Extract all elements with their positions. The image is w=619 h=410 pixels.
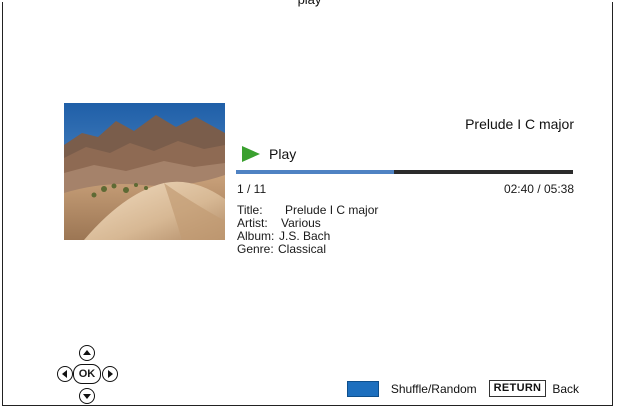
- dpad-ok-button[interactable]: OK: [73, 364, 101, 384]
- progress-bar[interactable]: [236, 170, 573, 174]
- header-title-fragment: play: [0, 0, 619, 7]
- metadata-row-genre: Genre: Classical: [237, 243, 378, 256]
- footer-hints: Shuffle/Random RETURN Back: [346, 380, 579, 397]
- album-art: [64, 103, 225, 240]
- playback-status-label: Play: [269, 146, 297, 162]
- dpad-left-button[interactable]: [57, 366, 73, 382]
- genre-value: Classical: [278, 242, 327, 256]
- dpad-down-button[interactable]: [79, 388, 95, 404]
- blue-key-button[interactable]: [346, 380, 379, 397]
- playback-status: Play: [242, 145, 296, 163]
- shuffle-random-label: Shuffle/Random: [390, 381, 477, 396]
- track-index: 1 / 11: [237, 182, 267, 196]
- arrow-left-icon: [62, 370, 67, 378]
- arrow-down-icon: [83, 394, 91, 399]
- progress-fill: [236, 170, 395, 174]
- back-label: Back: [552, 381, 579, 396]
- dpad-right-button[interactable]: [102, 366, 118, 382]
- arrow-right-icon: [108, 370, 113, 378]
- play-icon: [242, 146, 260, 162]
- track-metadata: Title: Prelude I C major Artist: Various…: [237, 204, 378, 256]
- genre-label: Genre:: [237, 242, 274, 256]
- time-readout: 02:40 / 05:38: [503, 182, 574, 196]
- album-art-image: [64, 103, 225, 240]
- arrow-up-icon: [83, 350, 91, 355]
- return-key-button[interactable]: RETURN: [488, 380, 547, 397]
- navigation-dpad: OK: [57, 345, 119, 405]
- track-title: Prelude I C major: [465, 116, 574, 132]
- dpad-up-button[interactable]: [79, 345, 95, 361]
